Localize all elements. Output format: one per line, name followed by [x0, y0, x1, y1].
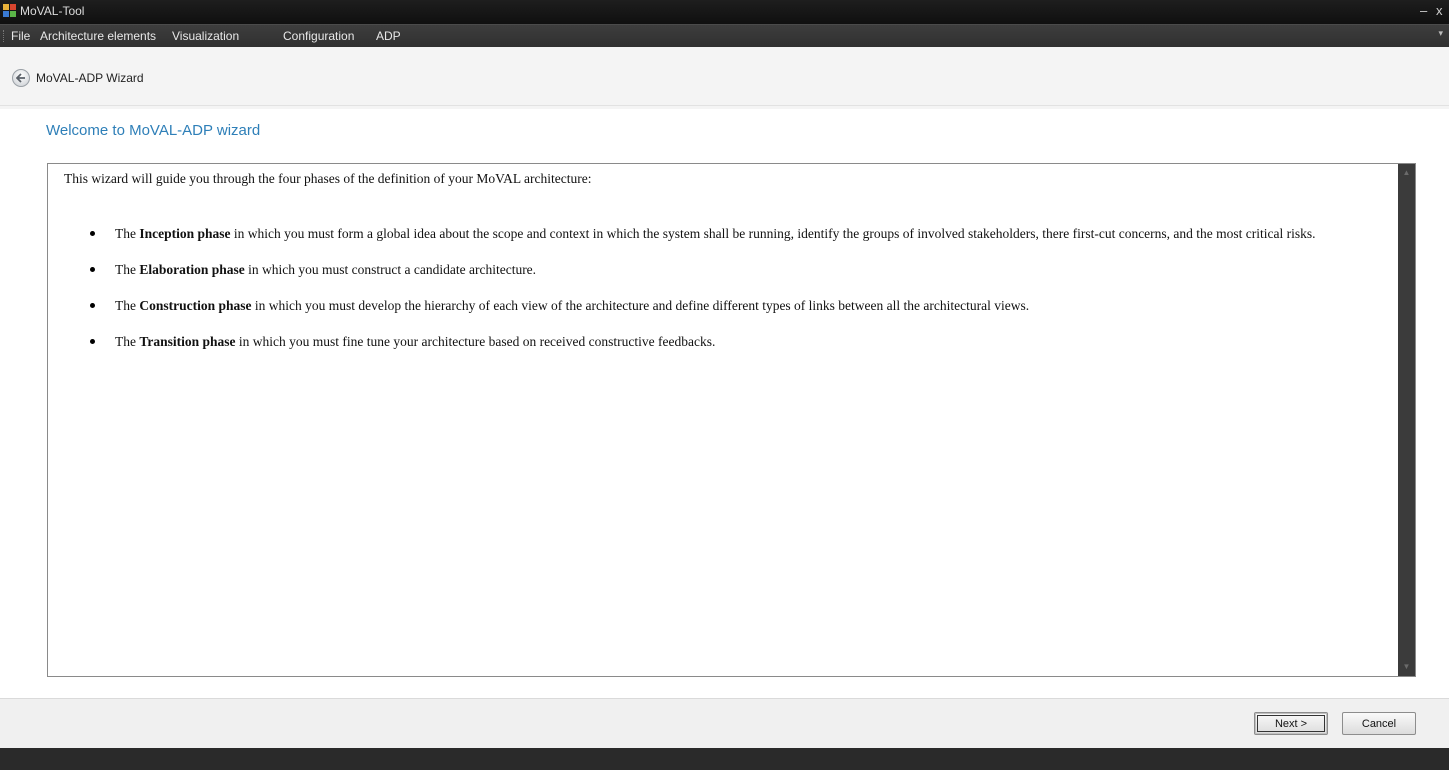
phase-description: in which you must form a global idea abo… — [230, 226, 1316, 241]
phase-prefix: The — [115, 298, 140, 313]
menu-adp[interactable]: ADP — [376, 29, 401, 43]
menu-overflow-chevron-icon[interactable]: ▾ — [1438, 28, 1443, 39]
phase-description: in which you must develop the hierarchy … — [251, 298, 1030, 313]
menu-grip — [3, 30, 6, 42]
phase-name: Inception phase — [139, 226, 231, 241]
status-bar — [0, 748, 1449, 770]
cancel-button[interactable]: Cancel — [1342, 712, 1416, 735]
phase-description: in which you must construct a candidate … — [244, 262, 537, 277]
phase-list: The Inception phase in which you must fo… — [64, 224, 1425, 368]
list-item: The Construction phase in which you must… — [90, 296, 1425, 316]
welcome-text-box[interactable]: This wizard will guide you through the f… — [47, 163, 1416, 677]
phase-prefix: The — [115, 226, 140, 241]
wizard-header: MoVAL-ADP Wizard — [0, 47, 1449, 109]
phase-prefix: The — [115, 262, 140, 277]
back-arrow-icon — [16, 73, 25, 83]
menu-visualization[interactable]: Visualization — [172, 29, 239, 43]
phase-description: in which you must fine tune your archite… — [235, 334, 716, 349]
page-title: Welcome to MoVAL-ADP wizard — [46, 122, 261, 139]
scroll-down-icon[interactable]: ▼ — [1398, 660, 1415, 674]
menu-file[interactable]: File — [11, 29, 30, 43]
list-item: The Transition phase in which you must f… — [90, 332, 1425, 352]
phase-prefix: The — [115, 334, 140, 349]
phase-name: Construction phase — [139, 298, 252, 313]
title-bar: MoVAL-Tool – x — [0, 0, 1449, 24]
intro-text: This wizard will guide you through the f… — [64, 171, 592, 186]
phase-name: Transition phase — [139, 334, 236, 349]
app-icon — [3, 4, 17, 18]
wizard-footer: Next > Cancel — [0, 698, 1449, 748]
back-button[interactable] — [12, 69, 30, 87]
window-title: MoVAL-Tool — [20, 4, 85, 18]
list-item: The Elaboration phase in which you must … — [90, 260, 1425, 280]
wizard-page: Welcome to MoVAL-ADP wizard This wizard … — [0, 109, 1449, 698]
menu-architecture-elements[interactable]: Architecture elements — [40, 29, 156, 43]
close-button[interactable]: x — [1436, 3, 1443, 18]
phase-name: Elaboration phase — [139, 262, 245, 277]
minimize-button[interactable]: – — [1420, 3, 1427, 18]
menu-configuration[interactable]: Configuration — [283, 29, 354, 43]
list-item: The Inception phase in which you must fo… — [90, 224, 1425, 244]
header-divider — [0, 105, 1449, 106]
next-button[interactable]: Next > — [1254, 712, 1328, 735]
menu-bar: File Architecture elements Visualization… — [0, 24, 1449, 47]
scroll-up-icon[interactable]: ▲ — [1398, 166, 1415, 180]
wizard-header-title: MoVAL-ADP Wizard — [36, 71, 144, 85]
vertical-scrollbar[interactable]: ▲ ▼ — [1398, 164, 1415, 676]
